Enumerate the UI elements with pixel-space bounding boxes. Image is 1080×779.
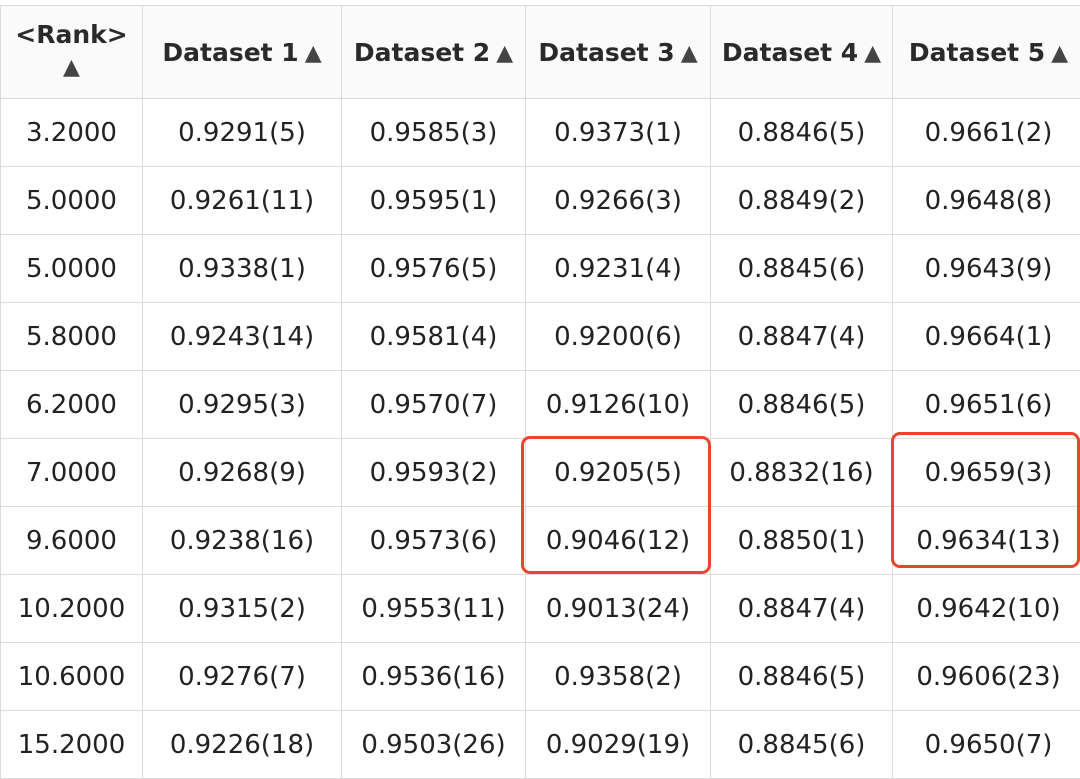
sort-ascending-icon[interactable]: ▲ [305, 41, 322, 66]
table-row: 7.0000 0.9268(9) 0.9593(2) 0.9205(5) 0.8… [1, 439, 1080, 507]
rank-cell: 6.2000 [1, 371, 143, 439]
table-cell: 0.9046(12) [526, 507, 711, 575]
table-cell: 0.9276(7) [143, 643, 342, 711]
table-cell: 0.9373(1) [526, 99, 711, 167]
table-cell: 0.9243(14) [143, 303, 342, 371]
table-cell: 0.9013(24) [526, 575, 711, 643]
table-cell: 0.9205(5) [526, 439, 711, 507]
column-header-dataset-3[interactable]: Dataset 3 ▲ [526, 6, 711, 99]
rank-cell: 10.2000 [1, 575, 143, 643]
table-cell: 0.8845(6) [711, 235, 893, 303]
column-header-label: Dataset 4 [722, 38, 858, 67]
table-cell: 0.9291(5) [143, 99, 342, 167]
rank-cell: 7.0000 [1, 439, 143, 507]
rank-cell: 3.2000 [1, 99, 143, 167]
column-header-dataset-5[interactable]: Dataset 5▲ [893, 6, 1080, 99]
column-header-label: Dataset 1 [162, 38, 298, 67]
table-row: 15.2000 0.9226(18) 0.9503(26) 0.9029(19)… [1, 711, 1080, 779]
sort-ascending-icon[interactable]: ▲ [1051, 41, 1068, 66]
table-cell: 0.9295(3) [143, 371, 342, 439]
table-cell: 0.9358(2) [526, 643, 711, 711]
table-cell: 0.9231(4) [526, 235, 711, 303]
column-header-rank[interactable]: <Rank> ▲ [1, 6, 143, 99]
table-cell: 0.9226(18) [143, 711, 342, 779]
table-row: 5.0000 0.9261(11) 0.9595(1) 0.9266(3) 0.… [1, 167, 1080, 235]
table-row: 3.2000 0.9291(5) 0.9585(3) 0.9373(1) 0.8… [1, 99, 1080, 167]
table-cell: 0.9643(9) [893, 235, 1080, 303]
table-cell: 0.9648(8) [893, 167, 1080, 235]
rank-cell: 5.8000 [1, 303, 143, 371]
table-row: 5.0000 0.9338(1) 0.9576(5) 0.9231(4) 0.8… [1, 235, 1080, 303]
column-header-label: <Rank> [15, 20, 127, 49]
table-cell: 0.9536(16) [342, 643, 526, 711]
table-cell: 0.9664(1) [893, 303, 1080, 371]
table-cell: 0.9650(7) [893, 711, 1080, 779]
table-cell: 0.9576(5) [342, 235, 526, 303]
sort-ascending-icon[interactable]: ▲ [496, 41, 513, 66]
sort-ascending-icon[interactable]: ▲ [15, 51, 127, 85]
rank-cell: 9.6000 [1, 507, 143, 575]
table-cell: 0.9315(2) [143, 575, 342, 643]
column-header-dataset-2[interactable]: Dataset 2▲ [342, 6, 526, 99]
rank-cell: 5.0000 [1, 235, 143, 303]
table-cell: 0.8832(16) [711, 439, 893, 507]
table-cell: 0.9659(3) [893, 439, 1080, 507]
table-cell: 0.9338(1) [143, 235, 342, 303]
rank-cell: 15.2000 [1, 711, 143, 779]
table-cell: 0.8846(5) [711, 643, 893, 711]
table-cell: 0.9573(6) [342, 507, 526, 575]
column-header-dataset-1[interactable]: Dataset 1 ▲ [143, 6, 342, 99]
column-header-dataset-4[interactable]: Dataset 4▲ [711, 6, 893, 99]
table-cell: 0.9593(2) [342, 439, 526, 507]
table-cell: 0.9642(10) [893, 575, 1080, 643]
table-cell: 0.8850(1) [711, 507, 893, 575]
table-row: 6.2000 0.9295(3) 0.9570(7) 0.9126(10) 0.… [1, 371, 1080, 439]
table-cell: 0.8846(5) [711, 371, 893, 439]
table-cell: 0.9570(7) [342, 371, 526, 439]
table-cell: 0.9595(1) [342, 167, 526, 235]
column-header-label: Dataset 2 [354, 38, 490, 67]
table-cell: 0.9029(19) [526, 711, 711, 779]
table-cell: 0.9581(4) [342, 303, 526, 371]
table-cell: 0.9238(16) [143, 507, 342, 575]
table-cell: 0.9261(11) [143, 167, 342, 235]
table-row: 9.6000 0.9238(16) 0.9573(6) 0.9046(12) 0… [1, 507, 1080, 575]
results-table: <Rank> ▲ Dataset 1▲ Dataset 2▲ Dataset 3… [0, 5, 1080, 779]
column-header-label: Dataset 3 [538, 38, 674, 67]
table-cell: 0.8849(2) [711, 167, 893, 235]
sort-ascending-icon[interactable]: ▲ [864, 41, 881, 66]
table-cell: 0.9553(11) [342, 575, 526, 643]
results-table-container: <Rank> ▲ Dataset 1▲ Dataset 2▲ Dataset 3… [0, 0, 1080, 774]
table-row: 10.6000 0.9276(7) 0.9536(16) 0.9358(2) 0… [1, 643, 1080, 711]
table-cell: 0.9266(3) [526, 167, 711, 235]
table-row: 5.8000 0.9243(14) 0.9581(4) 0.9200(6) 0.… [1, 303, 1080, 371]
table-cell: 0.8847(4) [711, 575, 893, 643]
table-cell: 0.8845(6) [711, 711, 893, 779]
table-cell: 0.9268(9) [143, 439, 342, 507]
header-row: <Rank> ▲ Dataset 1▲ Dataset 2▲ Dataset 3… [1, 6, 1080, 99]
table-cell: 0.9126(10) [526, 371, 711, 439]
table-cell: 0.8846(5) [711, 99, 893, 167]
table-cell: 0.9661(2) [893, 99, 1080, 167]
table-cell: 0.9503(26) [342, 711, 526, 779]
table-cell: 0.9634(13) [893, 507, 1080, 575]
table-cell: 0.9606(23) [893, 643, 1080, 711]
table-cell: 0.9585(3) [342, 99, 526, 167]
table-row: 10.2000 0.9315(2) 0.9553(11) 0.9013(24) … [1, 575, 1080, 643]
table-cell: 0.9651(6) [893, 371, 1080, 439]
sort-ascending-icon[interactable]: ▲ [681, 41, 698, 66]
table-cell: 0.8847(4) [711, 303, 893, 371]
rank-cell: 5.0000 [1, 167, 143, 235]
column-header-label: Dataset 5 [909, 38, 1045, 67]
rank-cell: 10.6000 [1, 643, 143, 711]
table-cell: 0.9200(6) [526, 303, 711, 371]
